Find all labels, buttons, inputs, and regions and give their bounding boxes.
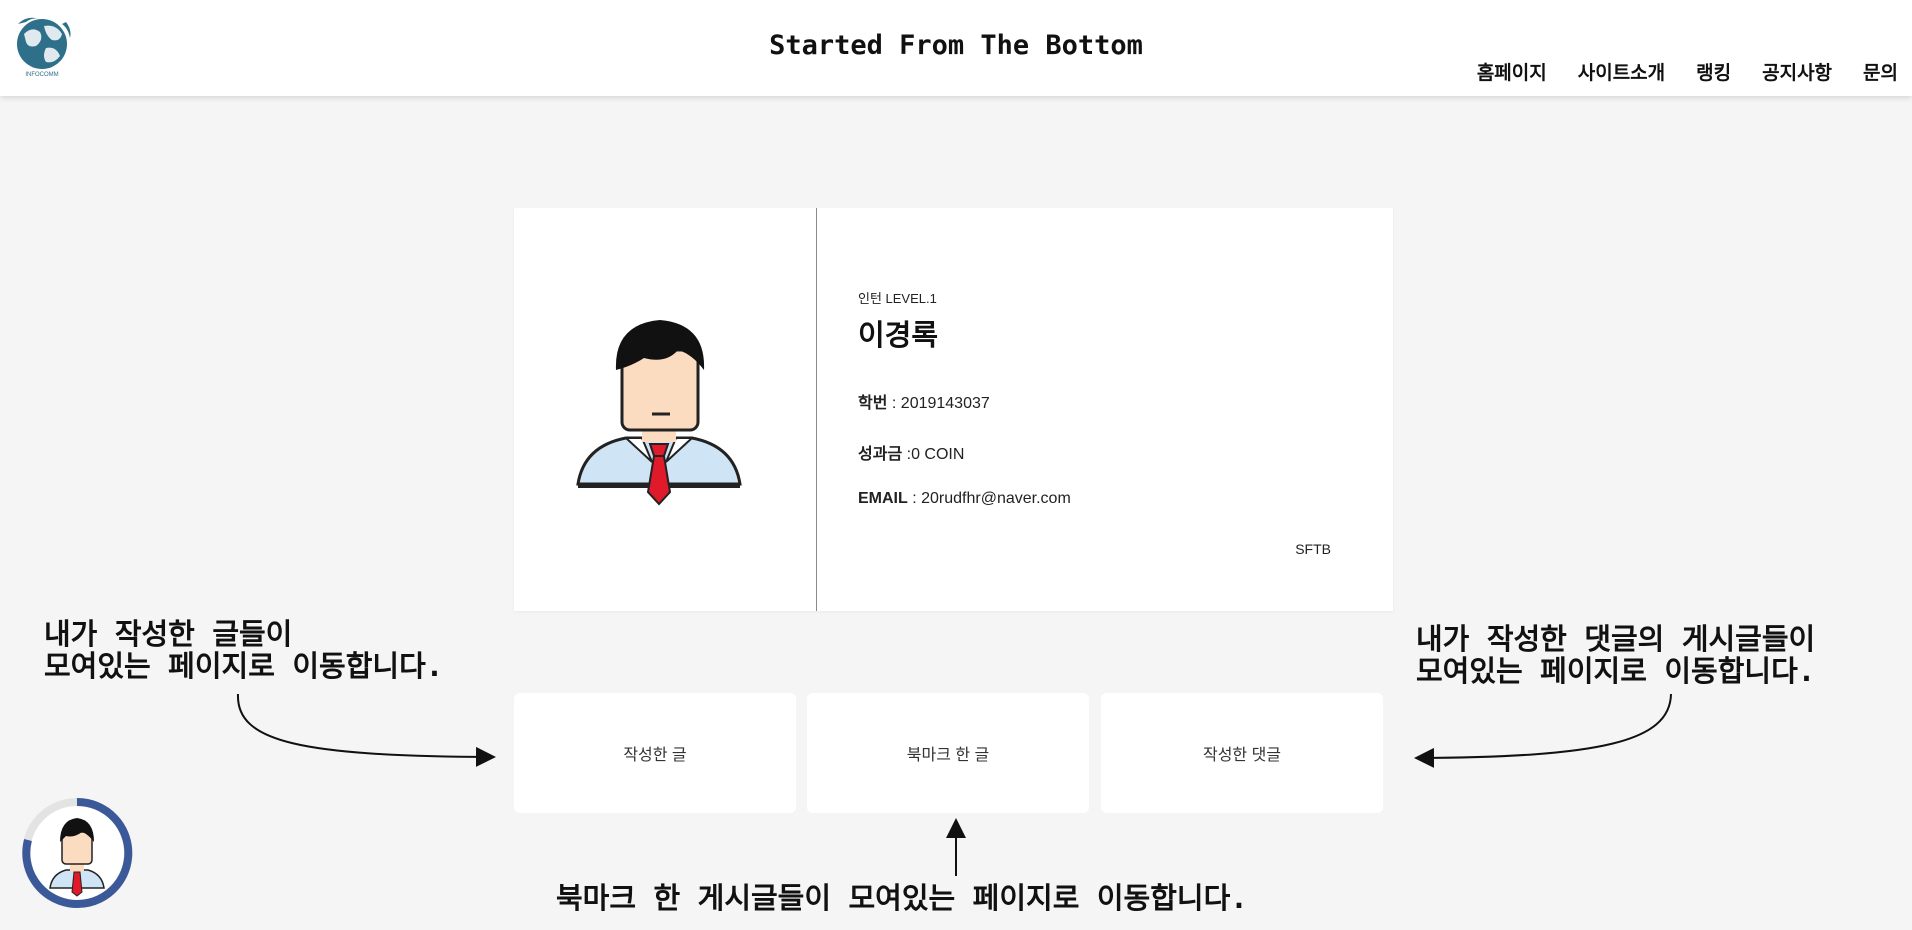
my-posts-button[interactable]: 작성한 글 xyxy=(514,693,796,813)
nav-about[interactable]: 사이트소개 xyxy=(1578,58,1665,85)
annotation-left: 내가 작성한 글들이 모여있는 페이지로 이동합니다. xyxy=(44,618,443,682)
email-label: EMAIL xyxy=(858,490,908,507)
avatar xyxy=(574,314,744,514)
coin-value: :0 COIN xyxy=(902,446,965,463)
email-value: : 20rudfhr@naver.com xyxy=(907,490,1071,507)
my-comments-button[interactable]: 작성한 댓글 xyxy=(1101,693,1383,813)
user-level: 인턴 LEVEL.1 xyxy=(858,291,937,306)
card-tag: SFTB xyxy=(1295,541,1331,557)
bookmarks-button[interactable]: 북마크 한 글 xyxy=(807,693,1089,813)
student-id-value: : 2019143037 xyxy=(887,395,990,412)
card-divider xyxy=(816,208,817,611)
annotation-right-line2: 모여있는 페이지로 이동합니다. xyxy=(1416,654,1816,688)
student-id-label: 학번 xyxy=(858,395,888,412)
main-nav: 홈페이지 사이트소개 랭킹 공지사항 문의 xyxy=(1477,58,1898,85)
annotation-left-line1: 내가 작성한 글들이 xyxy=(44,617,293,651)
annotation-left-line2: 모여있는 페이지로 이동합니다. xyxy=(44,649,444,683)
profile-card: 인턴 LEVEL.1 이경록 학번 : 2019143037 성과금 :0 CO… xyxy=(514,208,1393,611)
arrow-right xyxy=(1414,693,1672,768)
site-title[interactable]: Started From The Bottom xyxy=(0,30,1912,61)
nav-ranking[interactable]: 랭킹 xyxy=(1696,58,1731,85)
site-header: INFOCOMM Started From The Bottom 홈페이지 사이… xyxy=(0,0,1912,96)
nav-contact[interactable]: 문의 xyxy=(1863,58,1898,85)
my-comments-label: 작성한 댓글 xyxy=(1202,747,1282,764)
bookmarks-label: 북마크 한 글 xyxy=(906,747,990,764)
floating-avatar-button[interactable] xyxy=(20,796,134,910)
email-row: EMAIL : 20rudfhr@naver.com xyxy=(858,490,1071,508)
user-name: 이경록 xyxy=(858,320,939,352)
my-posts-label: 작성한 글 xyxy=(623,747,687,764)
logo-text: INFOCOMM xyxy=(25,72,58,78)
arrow-left xyxy=(236,693,496,767)
coin-label: 성과금 xyxy=(858,446,903,463)
nav-home[interactable]: 홈페이지 xyxy=(1477,58,1547,85)
student-id-row: 학번 : 2019143037 xyxy=(858,389,990,413)
nav-notices[interactable]: 공지사항 xyxy=(1762,58,1832,85)
coin-row: 성과금 :0 COIN xyxy=(858,440,964,464)
annotation-bottom: 북마크 한 게시글들이 모여있는 페이지로 이동합니다. xyxy=(556,881,1248,915)
annotation-right-line1: 내가 작성한 댓글의 게시글들이 xyxy=(1416,622,1816,656)
annotation-right: 내가 작성한 댓글의 게시글들이 모여있는 페이지로 이동합니다. xyxy=(1416,623,1815,687)
